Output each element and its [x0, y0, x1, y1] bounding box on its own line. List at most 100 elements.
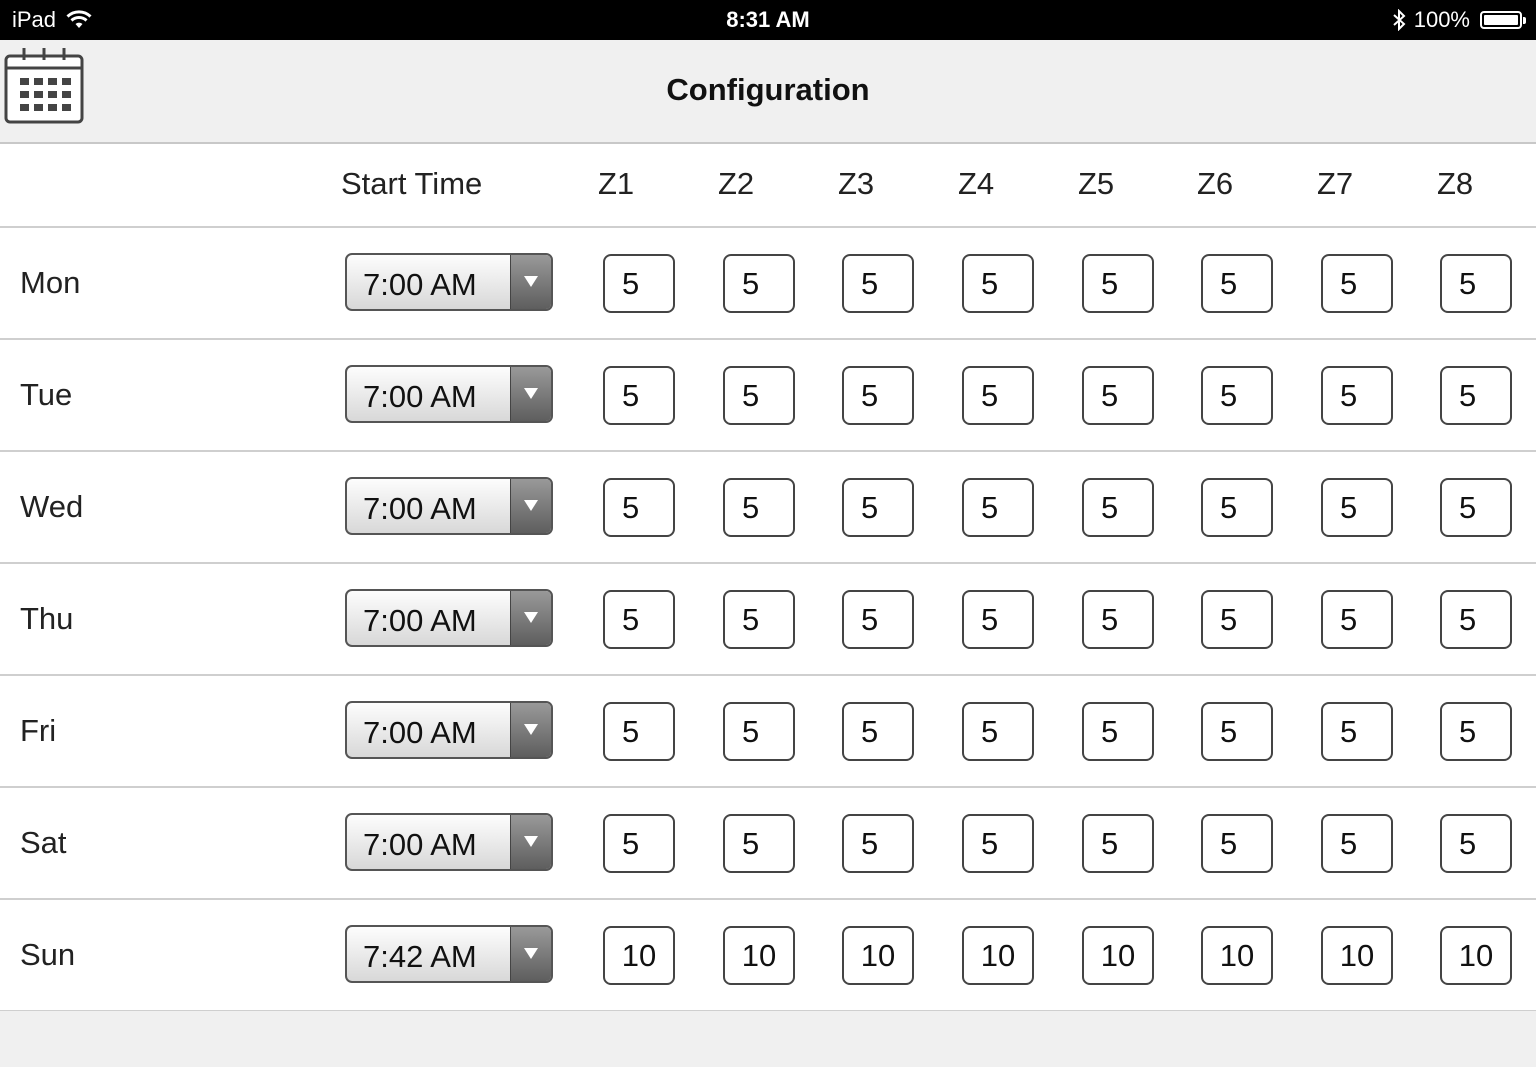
zone-duration-input[interactable]: 5 [842, 702, 914, 761]
zone-duration-input[interactable]: 5 [1201, 814, 1273, 873]
zone-duration-input[interactable]: 5 [1082, 590, 1154, 649]
start-time-value: 7:00 AM [363, 603, 477, 638]
start-time-value: 7:00 AM [363, 267, 477, 302]
zone-duration-input[interactable]: 5 [842, 478, 914, 537]
zone-duration-input[interactable]: 5 [1440, 702, 1512, 761]
zone-duration-input[interactable]: 5 [1201, 366, 1273, 425]
zone-duration-input[interactable]: 5 [603, 590, 675, 649]
zone-duration-input[interactable]: 5 [962, 366, 1034, 425]
start-time-value: 7:00 AM [363, 491, 477, 526]
status-bar: iPad 8:31 AM 100% [0, 0, 1536, 40]
zone-duration-input[interactable]: 5 [1440, 254, 1512, 313]
zone-duration-input[interactable]: 5 [1082, 366, 1154, 425]
zone-header-5: Z5 [1078, 166, 1115, 201]
zone-duration-input[interactable]: 10 [1440, 926, 1512, 985]
zone-duration-input[interactable]: 5 [962, 814, 1034, 873]
zone-duration-input[interactable]: 5 [962, 590, 1034, 649]
dropdown-arrow-icon [510, 367, 551, 421]
zone-duration-input[interactable]: 10 [1321, 926, 1393, 985]
day-label: Mon [20, 265, 81, 300]
zone-duration-input[interactable]: 5 [842, 590, 914, 649]
zone-duration-input[interactable]: 10 [962, 926, 1034, 985]
start-time-select[interactable]: 7:42 AM [345, 925, 553, 983]
zone-duration-input[interactable]: 5 [1321, 590, 1393, 649]
zone-duration-input[interactable]: 10 [723, 926, 795, 985]
table-header: Start Time Z1 Z2 Z3 Z4 Z5 Z6 Z7 Z8 [0, 144, 1536, 228]
zone-duration-input[interactable]: 5 [842, 254, 914, 313]
zone-duration-input[interactable]: 5 [1440, 590, 1512, 649]
zone-duration-input[interactable]: 5 [962, 254, 1034, 313]
navigation-bar: Configuration [0, 40, 1536, 144]
zone-duration-input[interactable]: 5 [1201, 590, 1273, 649]
zone-duration-input[interactable]: 5 [603, 366, 675, 425]
zone-header-1: Z1 [598, 166, 635, 201]
zone-duration-input[interactable]: 5 [1082, 814, 1154, 873]
zone-duration-input[interactable]: 5 [1440, 478, 1512, 537]
schedule-table: Start Time Z1 Z2 Z3 Z4 Z5 Z6 Z7 Z8 Mon 7:00 AM 5 5… [0, 144, 1536, 1012]
table-row: Tue 7:00 AM 5 5 5 5 5 5 5 5 [0, 340, 1536, 452]
zone-duration-input[interactable]: 5 [723, 366, 795, 425]
zone-duration-input[interactable]: 5 [603, 814, 675, 873]
zone-duration-input[interactable]: 5 [1321, 814, 1393, 873]
zone-duration-input[interactable]: 5 [1321, 478, 1393, 537]
zone-header-2: Z2 [718, 166, 755, 201]
start-time-select[interactable]: 7:00 AM [345, 589, 553, 647]
zone-duration-input[interactable]: 5 [962, 702, 1034, 761]
zone-duration-input[interactable]: 5 [603, 254, 675, 313]
zone-duration-input[interactable]: 10 [842, 926, 914, 985]
start-time-value: 7:00 AM [363, 715, 477, 750]
dropdown-arrow-icon [510, 815, 551, 869]
zone-duration-input[interactable]: 5 [1201, 254, 1273, 313]
zone-duration-input[interactable]: 5 [723, 254, 795, 313]
zone-duration-input[interactable]: 5 [1201, 702, 1273, 761]
status-time: 8:31 AM [726, 7, 810, 32]
zone-duration-input[interactable]: 5 [1440, 814, 1512, 873]
start-time-value: 7:00 AM [363, 827, 477, 862]
start-time-select[interactable]: 7:00 AM [345, 365, 553, 423]
dropdown-arrow-icon [510, 927, 551, 981]
zone-duration-input[interactable]: 5 [603, 478, 675, 537]
start-time-select[interactable]: 7:00 AM [345, 701, 553, 759]
battery-percent: 100% [1413, 7, 1470, 32]
table-row: Wed 7:00 AM 5 5 5 5 5 5 5 5 [0, 452, 1536, 564]
day-label: Thu [20, 601, 74, 636]
bluetooth-icon [1393, 9, 1406, 31]
zone-duration-input[interactable]: 5 [1201, 478, 1273, 537]
day-label: Fri [20, 713, 57, 748]
dropdown-arrow-icon [510, 703, 551, 757]
zone-duration-input[interactable]: 5 [1082, 702, 1154, 761]
zone-header-3: Z3 [838, 166, 875, 201]
zone-duration-input[interactable]: 5 [723, 814, 795, 873]
table-row: Thu 7:00 AM 5 5 5 5 5 5 5 5 [0, 564, 1536, 676]
zone-duration-input[interactable]: 5 [962, 478, 1034, 537]
zone-duration-input[interactable]: 5 [1321, 366, 1393, 425]
day-label: Sun [20, 937, 76, 972]
day-label: Sat [20, 825, 67, 860]
start-time-select[interactable]: 7:00 AM [345, 477, 553, 535]
dropdown-arrow-icon [510, 479, 551, 533]
zone-duration-input[interactable]: 5 [1082, 478, 1154, 537]
day-label: Wed [20, 489, 84, 524]
day-label: Tue [20, 377, 73, 412]
table-row: Fri 7:00 AM 5 5 5 5 5 5 5 5 [0, 676, 1536, 788]
zone-duration-input[interactable]: 10 [1201, 926, 1273, 985]
zone-duration-input[interactable]: 5 [1321, 702, 1393, 761]
page-title: Configuration [666, 72, 870, 107]
zone-duration-input[interactable]: 5 [842, 366, 914, 425]
zone-header-6: Z6 [1197, 166, 1234, 201]
table-row: Mon 7:00 AM 5 5 5 5 5 5 5 5 [0, 228, 1536, 340]
zone-duration-input[interactable]: 5 [603, 702, 675, 761]
start-time-select[interactable]: 7:00 AM [345, 253, 553, 311]
status-right: 100% [1392, 0, 1526, 40]
start-time-value: 7:42 AM [363, 939, 477, 974]
zone-duration-input[interactable]: 10 [603, 926, 675, 985]
zone-duration-input[interactable]: 10 [1082, 926, 1154, 985]
zone-duration-input[interactable]: 5 [1082, 254, 1154, 313]
start-time-select[interactable]: 7:00 AM [345, 813, 553, 871]
zone-duration-input[interactable]: 5 [842, 814, 914, 873]
zone-duration-input[interactable]: 5 [723, 702, 795, 761]
zone-duration-input[interactable]: 5 [723, 590, 795, 649]
zone-duration-input[interactable]: 5 [723, 478, 795, 537]
zone-duration-input[interactable]: 5 [1321, 254, 1393, 313]
zone-duration-input[interactable]: 5 [1440, 366, 1512, 425]
